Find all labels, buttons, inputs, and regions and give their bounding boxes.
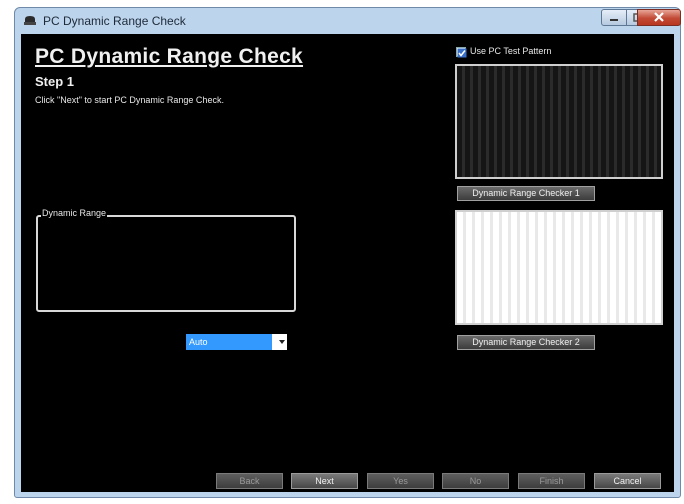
- window-title: PC Dynamic Range Check: [43, 14, 186, 28]
- dynamic-range-group: [36, 215, 296, 312]
- no-button[interactable]: No: [442, 473, 509, 489]
- dialog-content: PC Dynamic Range Check Step 1 Click "Nex…: [21, 34, 674, 492]
- page-title: PC Dynamic Range Check: [35, 45, 304, 68]
- use-test-pattern-checkbox[interactable]: [456, 47, 467, 58]
- cancel-button[interactable]: Cancel: [594, 473, 661, 489]
- dynamic-range-checker-2-button[interactable]: Dynamic Range Checker 2: [457, 335, 595, 350]
- title-bar[interactable]: PC Dynamic Range Check: [15, 8, 681, 34]
- dark-test-pattern: [455, 64, 663, 179]
- checkmark-icon: [457, 48, 467, 58]
- close-icon: [654, 12, 664, 22]
- minimize-icon: [610, 19, 618, 21]
- step-label: Step 1: [35, 74, 75, 89]
- dynamic-range-select[interactable]: Auto: [186, 334, 287, 350]
- chevron-down-icon: [279, 340, 285, 344]
- dynamic-range-select-value: Auto: [186, 334, 272, 350]
- yes-button[interactable]: Yes: [367, 473, 434, 489]
- dynamic-range-group-label: Dynamic Range: [41, 208, 108, 218]
- next-button[interactable]: Next: [291, 473, 358, 489]
- light-test-pattern: [455, 210, 663, 325]
- minimize-button[interactable]: [601, 9, 627, 26]
- use-test-pattern-label: Use PC Test Pattern: [470, 46, 552, 56]
- close-button[interactable]: [637, 9, 681, 26]
- app-icon: [24, 16, 36, 25]
- instruction-text: Click "Next" to start PC Dynamic Range C…: [35, 95, 224, 105]
- finish-button[interactable]: Finish: [518, 473, 585, 489]
- back-button[interactable]: Back: [216, 473, 283, 489]
- dynamic-range-checker-1-button[interactable]: Dynamic Range Checker 1: [457, 186, 595, 201]
- app-window: PC Dynamic Range Check PC Dynamic Range …: [14, 7, 681, 498]
